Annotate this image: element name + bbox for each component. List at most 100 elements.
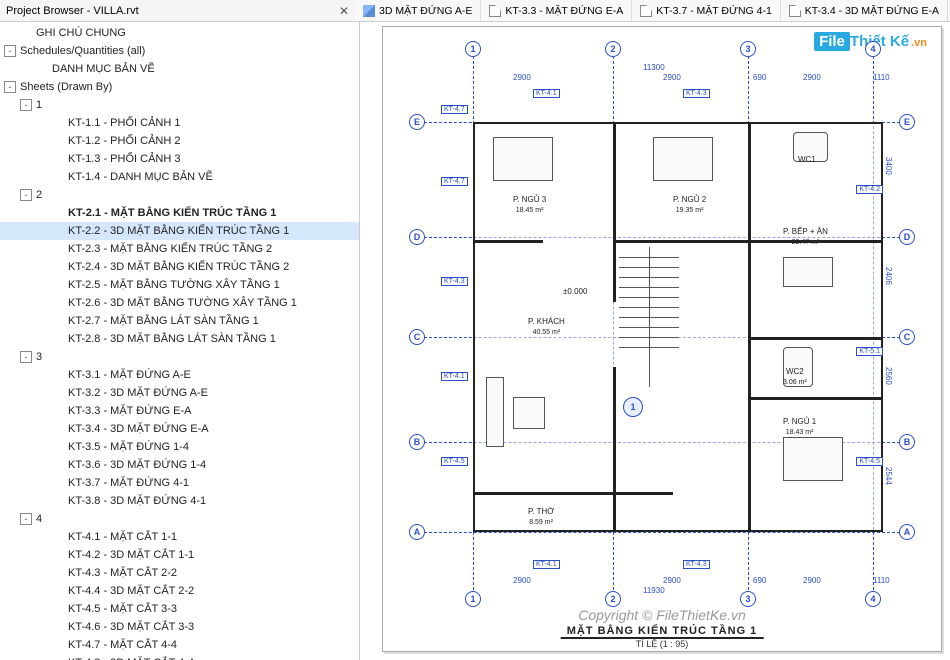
tree-item-label: 2 [36,187,42,203]
expand-toggle-icon[interactable]: - [4,81,16,93]
expand-toggle-icon[interactable]: - [4,45,16,57]
tree-item[interactable]: KT-2.1 - MẶT BẰNG KIẾN TRÚC TẦNG 1 [0,204,359,222]
grid-bubble: E [899,114,915,130]
tree-item[interactable]: -4 [0,510,359,528]
tree-item-label: KT-4.6 - 3D MẶT CẮT 3-3 [68,619,194,635]
sofa-furniture [486,377,504,447]
document-tab[interactable]: KT-3.4 - 3D MẶT ĐỨNG E-A [781,0,948,21]
tree-item[interactable]: KT-1.3 - PHỐI CẢNH 3 [0,150,359,168]
tree-item-label: KT-4.2 - 3D MẶT CẮT 1-1 [68,547,194,563]
room-label: P. NGỦ 118.43 m² [783,417,816,437]
close-icon[interactable]: ✕ [339,4,349,18]
tree-item[interactable]: KT-4.6 - 3D MẶT CẮT 3-3 [0,618,359,636]
tree-item[interactable]: KT-3.2 - 3D MẶT ĐỨNG A-E [0,384,359,402]
tab-label: KT-3.4 - 3D MẶT ĐỨNG E-A [805,5,939,17]
tree-item[interactable]: KT-1.2 - PHỐI CẢNH 2 [0,132,359,150]
tree-item-label: KT-3.4 - 3D MẶT ĐỨNG E-A [68,421,209,437]
tree-item[interactable]: KT-2.4 - 3D MẶT BẰNG KIẾN TRÚC TẦNG 2 [0,258,359,276]
tree-item[interactable]: KT-3.3 - MẶT ĐỨNG E-A [0,402,359,420]
dimension: 690 [753,73,766,82]
sheet-view: FileThiết Kế.vn 1 2 3 4 1 2 3 4 E D C B [382,26,942,652]
tree-item[interactable]: KT-3.5 - MẶT ĐỨNG 1-4 [0,438,359,456]
document-tabs: 3D MẶT ĐỨNG A-E KT-3.3 - MẶT ĐỨNG E-A KT-3… [355,0,950,21]
dining-table [783,257,833,287]
tree-item[interactable]: KT-4.4 - 3D MẶT CẮT 2-2 [0,582,359,600]
tree-item-label: KT-1.4 - DANH MỤC BẢN VẼ [68,169,213,185]
document-tab[interactable]: 3D MẶT ĐỨNG A-E [355,0,481,21]
section-tag: KT-4.2 [856,185,883,194]
room-label: P. KHÁCH40.55 m² [528,317,565,337]
tree-item[interactable]: KT-4.5 - MẶT CẮT 3-3 [0,600,359,618]
tree-item[interactable]: KT-2.3 - MẶT BẰNG KIẾN TRÚC TẦNG 2 [0,240,359,258]
tab-label: 3D MẶT ĐỨNG A-E [379,5,472,17]
tree-item[interactable]: -Sheets (Drawn By) [0,78,359,96]
tree-item[interactable]: KT-3.1 - MẶT ĐỨNG A-E [0,366,359,384]
tree-item[interactable]: -3 [0,348,359,366]
tree-item[interactable]: -2 [0,186,359,204]
dimension: 2900 [513,73,531,82]
section-tag: KT-4.3 [683,560,710,569]
tree-item[interactable]: KT-1.1 - PHỐI CẢNH 1 [0,114,359,132]
tree-item[interactable]: KT-4.2 - 3D MẶT CẮT 1-1 [0,546,359,564]
dimension: 2900 [803,73,821,82]
tree-item-label: 4 [36,511,42,527]
tree-item[interactable]: -Schedules/Quantities (all) [0,42,359,60]
dimension: 690 [753,576,766,585]
tree-item[interactable]: KT-4.1 - MẶT CẮT 1-1 [0,528,359,546]
tree-item-label: 3 [36,349,42,365]
document-tab[interactable]: KT-3.3 - MẶT ĐỨNG E-A [481,0,632,21]
section-tag: KT-4.1 [533,560,560,569]
bed-furniture [493,137,553,181]
tree-item[interactable]: KT-4.3 - MẶT CẮT 2-2 [0,564,359,582]
bed-furniture [783,437,843,481]
tree-item-label: KT-2.7 - MẶT BẰNG LÁT SÀN TẦNG 1 [68,313,259,329]
grid-bubble: A [899,524,915,540]
dimension: 2900 [663,73,681,82]
tree-item-label: DANH MỤC BẢN VẼ [52,61,155,77]
tree-item[interactable]: KT-1.4 - DANH MỤC BẢN VẼ [0,168,359,186]
tree-item[interactable]: KT-3.8 - 3D MẶT ĐỨNG 4-1 [0,492,359,510]
room-label: WC1 [798,155,816,165]
tree-item[interactable]: KT-2.8 - 3D MẶT BẰNG LÁT SÀN TẦNG 1 [0,330,359,348]
dimension: 2544 [884,467,893,485]
expand-toggle-icon[interactable]: - [20,189,32,201]
wall [613,367,616,532]
expand-toggle-icon[interactable]: - [20,513,32,525]
tree-item[interactable]: KT-3.7 - MẶT ĐỨNG 4-1 [0,474,359,492]
wall [613,242,616,302]
tree-item[interactable]: KT-3.6 - 3D MẶT ĐỨNG 1-4 [0,456,359,474]
tree-item-label: KT-2.1 - MẶT BẰNG KIẾN TRÚC TẦNG 1 [68,205,276,221]
tree-item[interactable]: KT-3.4 - 3D MẶT ĐỨNG E-A [0,420,359,438]
tab-label: KT-3.3 - MẶT ĐỨNG E-A [505,5,623,17]
tree-item-label: KT-3.1 - MẶT ĐỨNG A-E [68,367,191,383]
tree-item[interactable]: KT-4.7 - MẶT CẮT 4-4 [0,636,359,654]
wall [613,122,616,242]
tree-item[interactable]: KT-2.7 - MẶT BẰNG LÁT SÀN TẦNG 1 [0,312,359,330]
grid-bubble: 2 [605,591,621,607]
tree-item-label: KT-2.3 - MẶT BẰNG KIẾN TRÚC TẦNG 2 [68,241,272,257]
tree-item[interactable]: KT-2.2 - 3D MẶT BẰNG KIẾN TRÚC TẦNG 1 [0,222,359,240]
grid-bubble: D [409,229,425,245]
tree-item[interactable]: GHI CHÚ CHUNG [0,24,359,42]
tree-item[interactable]: DANH MỤC BẢN VẼ [0,60,359,78]
dimension: 2900 [663,576,681,585]
project-browser-tree[interactable]: GHI CHÚ CHUNG-Schedules/Quantities (all)… [0,22,360,660]
section-tag: KT-4.5 [441,457,468,466]
tree-item-label: KT-1.1 - PHỐI CẢNH 1 [68,115,180,131]
section-tag: KT-4.5 [856,457,883,466]
tree-item-label: KT-2.6 - 3D MẶT BẰNG TƯỜNG XÂY TẦNG 1 [68,295,297,311]
tree-item-label: KT-3.3 - MẶT ĐỨNG E-A [68,403,192,419]
sheet-icon [489,5,501,17]
expand-toggle-icon[interactable]: - [20,351,32,363]
room-label: WC23.06 m² [783,367,807,387]
expand-toggle-icon[interactable]: - [20,99,32,111]
tree-item-label: KT-4.3 - MẶT CẮT 2-2 [68,565,177,581]
document-tab[interactable]: KT-3.7 - MẶT ĐỨNG 4-1 [632,0,781,21]
tree-item[interactable]: -1 [0,96,359,114]
drawing-canvas[interactable]: FileThiết Kế.vn 1 2 3 4 1 2 3 4 E D C B [360,22,950,660]
tree-item[interactable]: KT-2.6 - 3D MẶT BẰNG TƯỜNG XÂY TẦNG 1 [0,294,359,312]
tree-item[interactable]: KT-4.8 - 3D MẶT CẮT 4-4 [0,654,359,660]
grid-bubble: 1 [465,591,481,607]
tree-item[interactable]: KT-2.5 - MẶT BẰNG TƯỜNG XÂY TẦNG 1 [0,276,359,294]
tree-item-label: KT-4.4 - 3D MẶT CẮT 2-2 [68,583,194,599]
